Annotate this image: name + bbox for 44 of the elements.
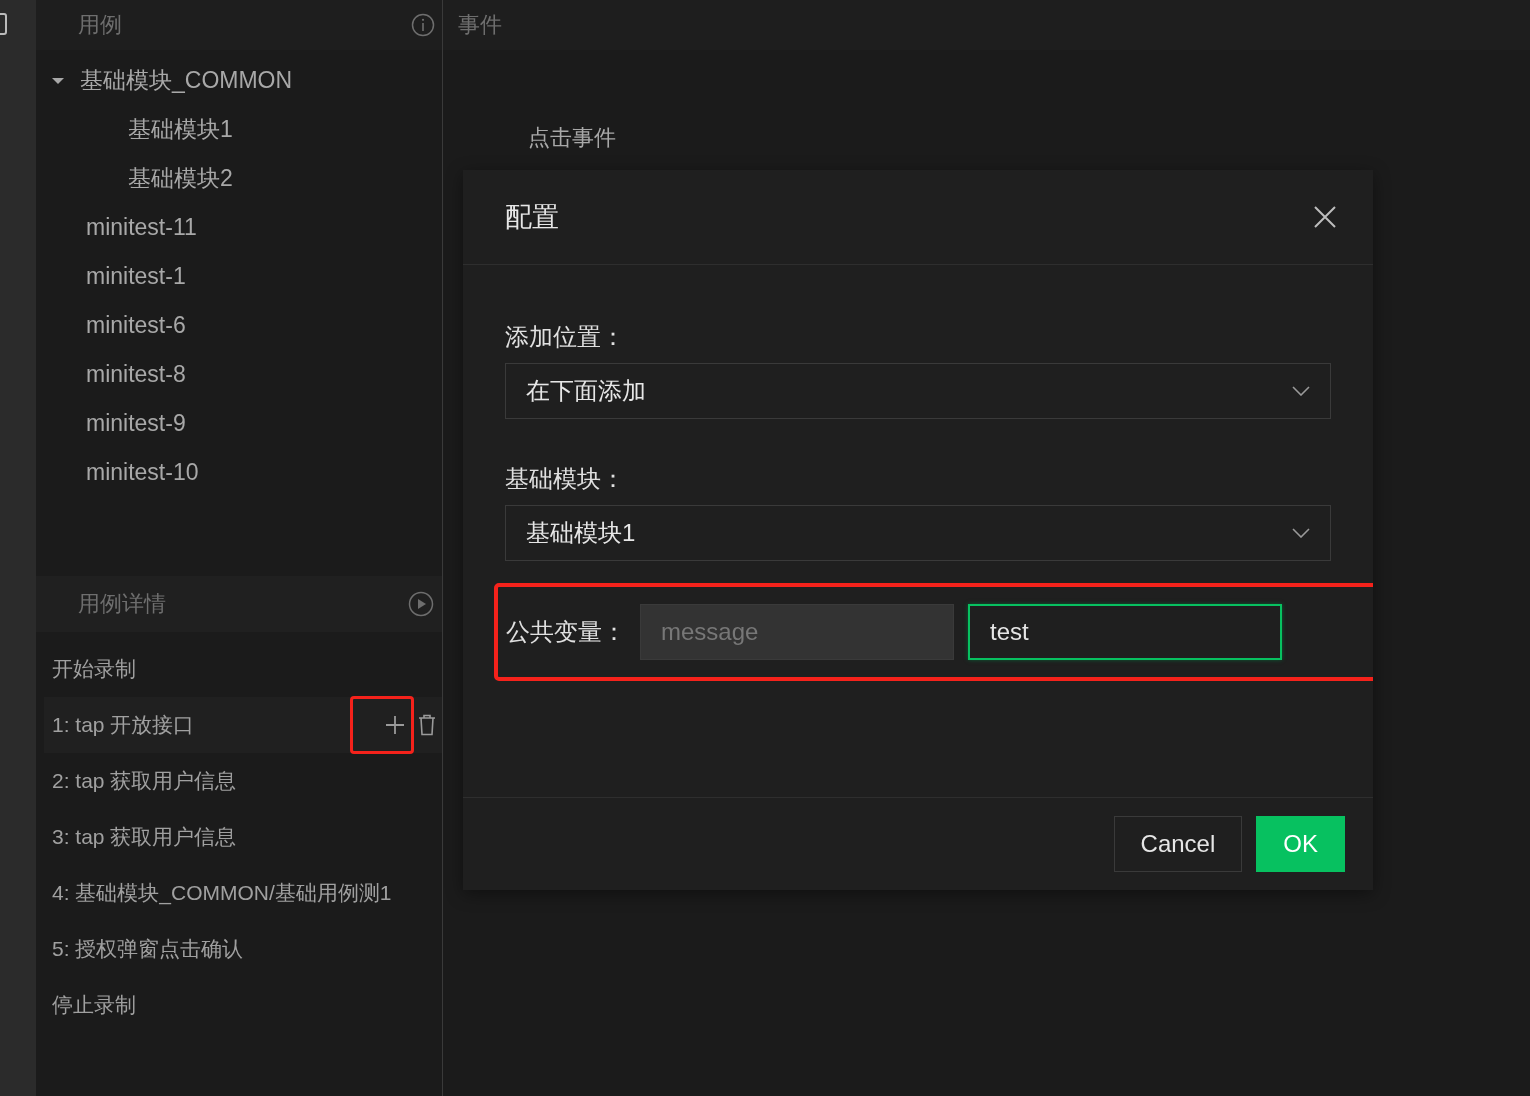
tree-group[interactable]: 基础模块_COMMON xyxy=(80,65,293,96)
tree-item[interactable]: minitest-8 xyxy=(86,361,186,388)
step-row[interactable]: 停止录制 xyxy=(44,977,442,1033)
step-row[interactable]: 1: tap 开放接口 xyxy=(44,697,442,753)
field-label: 基础模块： xyxy=(505,464,626,494)
caret-icon[interactable] xyxy=(51,76,65,85)
step-label: 2: tap 获取用户信息 xyxy=(52,768,238,794)
step-row[interactable]: 2: tap 获取用户信息 xyxy=(44,753,442,809)
step-label: 1: tap 开放接口 xyxy=(52,712,196,738)
delete-button[interactable] xyxy=(418,714,436,736)
tree-item[interactable]: 基础模块2 xyxy=(128,163,233,194)
step-row[interactable]: 4: 基础模块_COMMON/基础用例测1 xyxy=(44,865,442,921)
panel-icon[interactable] xyxy=(0,13,8,35)
panel-title: 事件 xyxy=(458,11,502,39)
step-label: 4: 基础模块_COMMON/基础用例测1 xyxy=(52,880,393,907)
close-icon[interactable] xyxy=(1314,206,1336,228)
tree-item[interactable]: 基础模块1 xyxy=(128,114,233,145)
step-row[interactable]: 5: 授权弹窗点击确认 xyxy=(44,921,442,977)
event-item[interactable]: 点击事件 xyxy=(528,123,1530,153)
tree-item[interactable]: minitest-11 xyxy=(86,214,197,241)
value-input[interactable]: test xyxy=(968,604,1282,660)
step-label: 停止录制 xyxy=(52,992,137,1018)
play-icon[interactable] xyxy=(408,591,434,617)
chevron-down-icon xyxy=(1292,386,1310,396)
panel-title: 用例详情 xyxy=(78,590,166,618)
tree-item[interactable]: minitest-10 xyxy=(86,459,199,486)
tree-item[interactable]: minitest-1 xyxy=(86,263,186,290)
step-label: 开始录制 xyxy=(52,656,137,682)
chevron-down-icon xyxy=(1292,528,1310,538)
field-label: 添加位置： xyxy=(505,322,626,352)
field-label: 公共变量： xyxy=(506,617,626,647)
panel-title: 用例 xyxy=(78,11,122,39)
dialog-title: 配置 xyxy=(505,201,559,234)
cancel-button[interactable]: Cancel xyxy=(1113,816,1243,872)
tree-item[interactable]: minitest-6 xyxy=(86,312,186,339)
step-row[interactable]: 3: tap 获取用户信息 xyxy=(44,809,442,865)
select-field[interactable]: 在下面添加 xyxy=(505,363,1331,419)
step-row[interactable]: 开始录制 xyxy=(44,641,442,697)
step-label: 5: 授权弹窗点击确认 xyxy=(52,936,245,962)
step-label: 3: tap 获取用户信息 xyxy=(52,824,238,850)
tree-item[interactable]: minitest-9 xyxy=(86,410,186,437)
select-field[interactable]: 基础模块1 xyxy=(505,505,1331,561)
add-button[interactable] xyxy=(385,715,405,735)
info-icon[interactable] xyxy=(411,13,435,37)
